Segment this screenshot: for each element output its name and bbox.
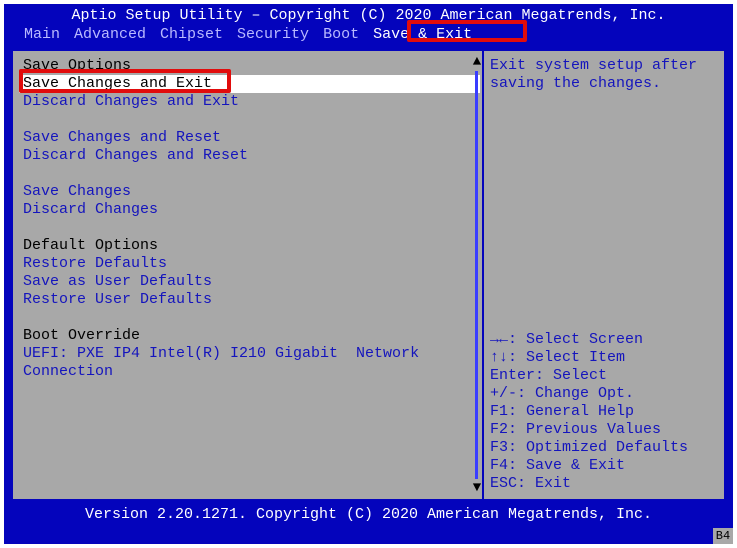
menu-item[interactable]: Discard Changes	[19, 201, 480, 219]
menu-panel: Save OptionsSave Changes and ExitDiscard…	[11, 49, 482, 501]
menu-header: Boot Override	[19, 327, 480, 345]
key-hint: ESC: Exit	[490, 475, 716, 493]
tab-advanced[interactable]: Advanced	[74, 26, 146, 44]
menu-item[interactable]: Discard Changes and Exit	[19, 93, 480, 111]
tab-chipset[interactable]: Chipset	[160, 26, 223, 44]
spacer	[19, 111, 480, 129]
tab-security[interactable]: Security	[237, 26, 309, 44]
menu-item[interactable]: Discard Changes and Reset	[19, 147, 480, 165]
help-panel: Exit system setup after saving the chang…	[482, 49, 726, 501]
page-title: Aptio Setup Utility – Copyright (C) 2020…	[4, 4, 733, 26]
key-hint: Enter: Select	[490, 367, 716, 385]
panels: Save OptionsSave Changes and ExitDiscard…	[4, 49, 733, 501]
key-hint: F2: Previous Values	[490, 421, 716, 439]
menu-item[interactable]: Connection	[19, 363, 480, 381]
spacer	[19, 165, 480, 183]
key-hint: F1: General Help	[490, 403, 716, 421]
footer: Version 2.20.1271. Copyright (C) 2020 Am…	[4, 501, 733, 526]
menu-item[interactable]: Save as User Defaults	[19, 273, 480, 291]
menu-header: Default Options	[19, 237, 480, 255]
key-hint: F4: Save & Exit	[490, 457, 716, 475]
menu-item[interactable]: Restore User Defaults	[19, 291, 480, 309]
bios-screen: Aptio Setup Utility – Copyright (C) 2020…	[4, 4, 733, 544]
menu-item[interactable]: Restore Defaults	[19, 255, 480, 273]
menu-item[interactable]: Save Changes and Reset	[19, 129, 480, 147]
key-hint: F3: Optimized Defaults	[490, 439, 716, 457]
oem-badge: B4	[713, 528, 733, 544]
menu-header: Save Options	[19, 57, 480, 75]
key-hint: →←: Select Screen	[490, 331, 716, 349]
tab-boot[interactable]: Boot	[323, 26, 359, 44]
scroll-rail	[475, 71, 478, 479]
key-legend: →←: Select Screen↑↓: Select ItemEnter: S…	[490, 331, 716, 493]
menu-item[interactable]: UEFI: PXE IP4 Intel(R) I210 Gigabit Netw…	[19, 345, 480, 363]
tab-bar: Main Advanced Chipset Security Boot Save & Ex…	[4, 26, 733, 49]
spacer	[19, 309, 480, 327]
help-text: Exit system setup after saving the chang…	[490, 57, 716, 93]
menu-list[interactable]: Save OptionsSave Changes and ExitDiscard…	[19, 57, 480, 381]
spacer	[19, 219, 480, 237]
tab-save-exit[interactable]: Save & Exit	[373, 26, 472, 44]
key-hint: ↑↓: Select Item	[490, 349, 716, 367]
tab-main[interactable]: Main	[24, 26, 60, 44]
menu-item[interactable]: Save Changes and Exit	[19, 75, 480, 93]
key-hint: +/-: Change Opt.	[490, 385, 716, 403]
menu-item[interactable]: Save Changes	[19, 183, 480, 201]
